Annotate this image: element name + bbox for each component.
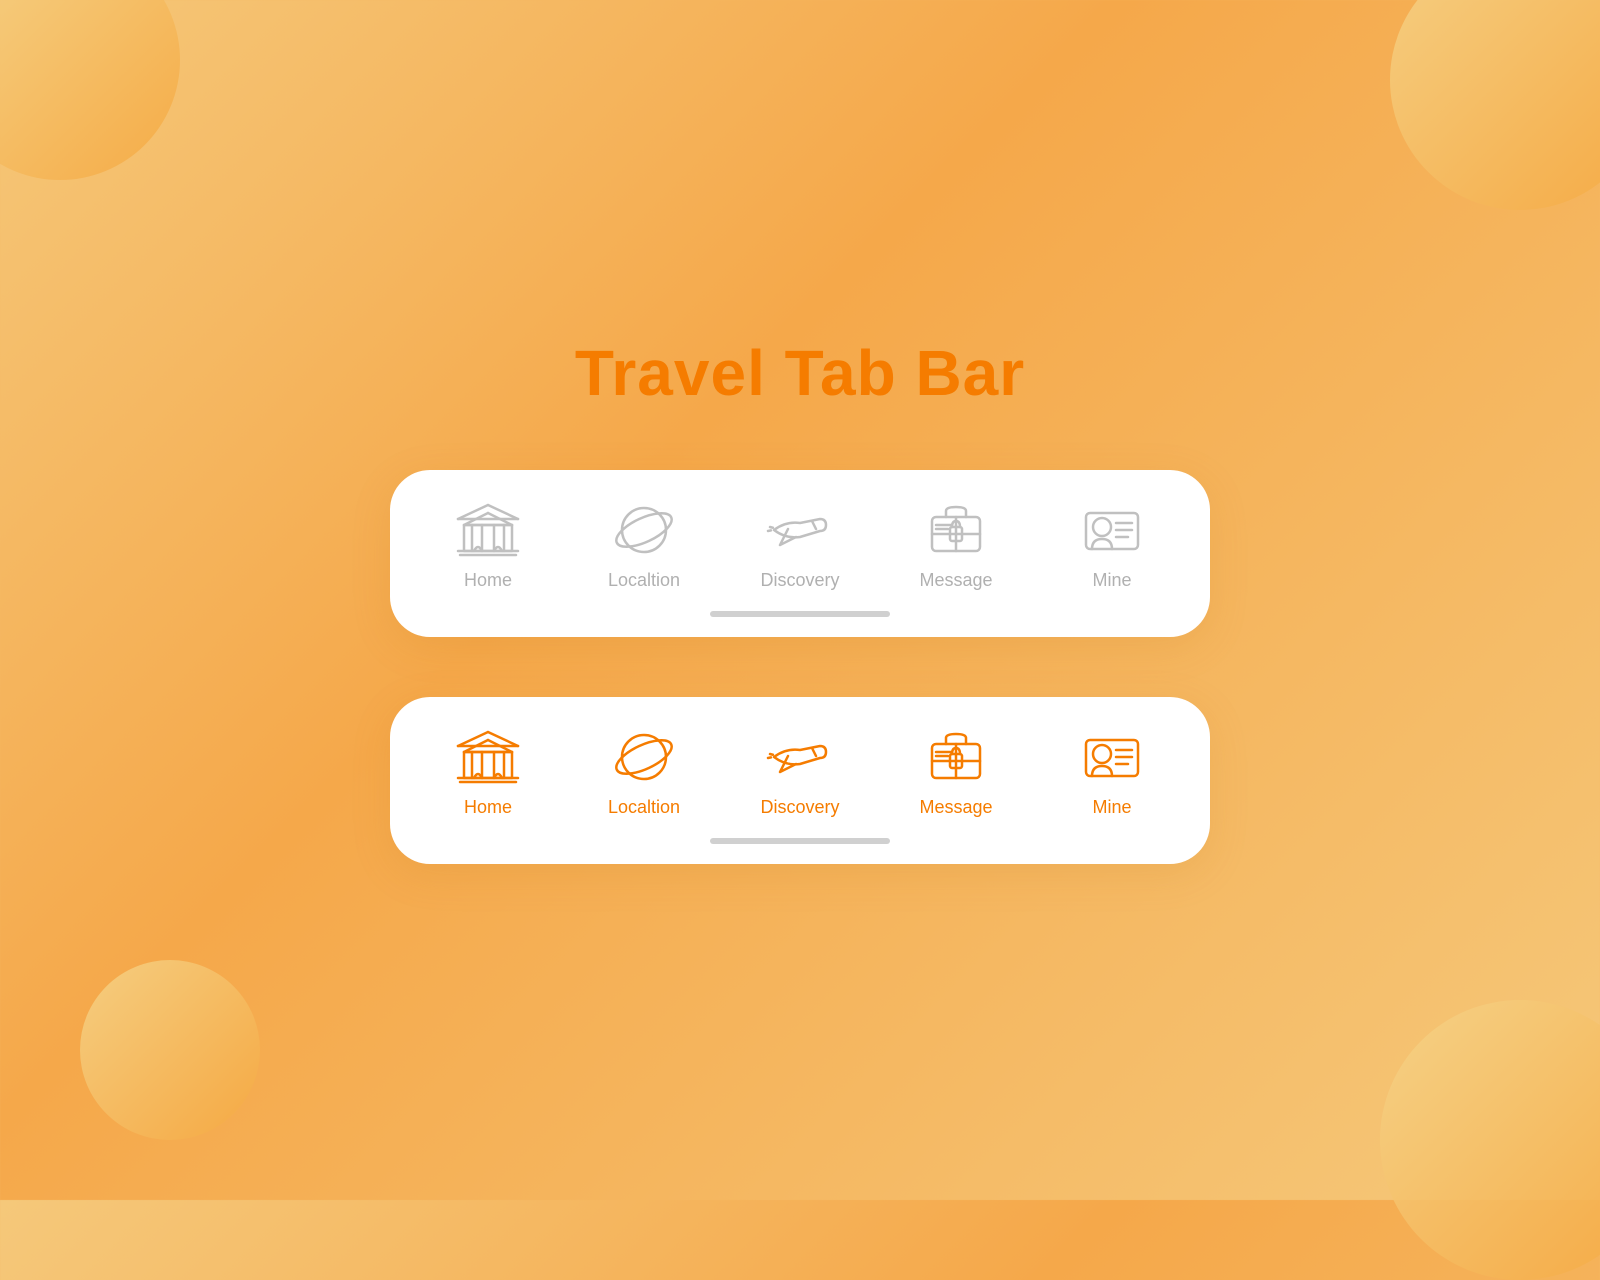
tab-items-inactive: Home Localtion <box>410 500 1190 607</box>
tab-label-home-inactive: Home <box>464 570 512 591</box>
tab-label-message-active: Message <box>919 797 992 818</box>
message-icon-inactive <box>921 500 991 560</box>
location-icon-inactive <box>609 500 679 560</box>
tab-label-mine-active: Mine <box>1092 797 1131 818</box>
tab-item-location-inactive[interactable]: Localtion <box>584 500 704 591</box>
tab-label-location-active: Localtion <box>608 797 680 818</box>
tab-label-message-inactive: Message <box>919 570 992 591</box>
tab-item-message-active[interactable]: Message <box>896 727 1016 818</box>
mine-icon-active <box>1077 727 1147 787</box>
tab-bar-active: Home Localtion <box>390 697 1210 864</box>
tab-item-home-inactive[interactable]: Home <box>428 500 548 591</box>
tab-item-message-inactive[interactable]: Message <box>896 500 1016 591</box>
scroll-indicator-2 <box>710 838 890 844</box>
discovery-icon-inactive <box>765 500 835 560</box>
tab-label-home-active: Home <box>464 797 512 818</box>
tab-label-discovery-inactive: Discovery <box>760 570 839 591</box>
home-icon-inactive <box>453 500 523 560</box>
tab-item-location-active[interactable]: Localtion <box>584 727 704 818</box>
tab-item-mine-inactive[interactable]: Mine <box>1052 500 1172 591</box>
mine-icon-inactive <box>1077 500 1147 560</box>
tab-label-mine-inactive: Mine <box>1092 570 1131 591</box>
location-icon-active <box>609 727 679 787</box>
tab-label-discovery-active: Discovery <box>760 797 839 818</box>
tab-label-location-inactive: Localtion <box>608 570 680 591</box>
scroll-indicator-1 <box>710 611 890 617</box>
message-icon-active <box>921 727 991 787</box>
discovery-icon-active <box>765 727 835 787</box>
tab-item-discovery-active[interactable]: Discovery <box>740 727 860 818</box>
tab-bar-inactive: Home Localtion <box>390 470 1210 637</box>
tab-item-home-active[interactable]: Home <box>428 727 548 818</box>
page-title: Travel Tab Bar <box>575 336 1025 410</box>
tab-items-active: Home Localtion <box>410 727 1190 834</box>
tab-item-discovery-inactive[interactable]: Discovery <box>740 500 860 591</box>
tab-item-mine-active[interactable]: Mine <box>1052 727 1172 818</box>
home-icon-active <box>453 727 523 787</box>
page-container: Travel Tab Bar <box>0 0 1600 1200</box>
